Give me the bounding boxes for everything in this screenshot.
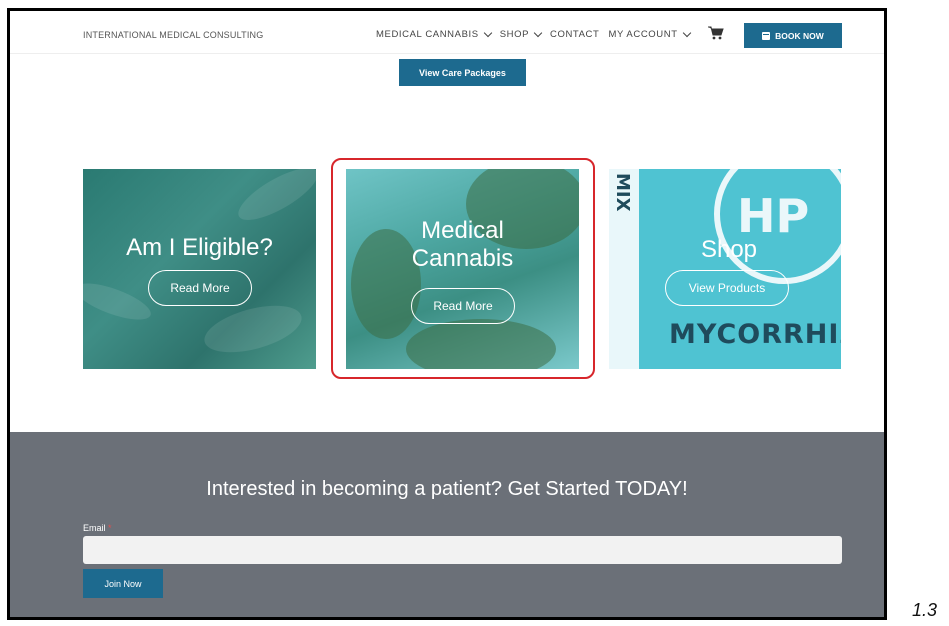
email-label: Email * <box>83 523 112 533</box>
card-title: Am I Eligible? <box>126 234 273 261</box>
hp-logo-text: HP <box>737 189 810 243</box>
leaf-decoration <box>83 276 155 327</box>
signup-section: Interested in becoming a patient? Get St… <box>10 432 884 617</box>
email-label-text: Email <box>83 523 106 533</box>
nav-label: MY ACCOUNT <box>608 29 678 40</box>
card-shop[interactable]: MIX HP MYCORRHIZ Shop View Products <box>609 169 841 369</box>
cart-icon[interactable] <box>708 26 724 40</box>
nav-medical-cannabis[interactable]: MEDICAL CANNABIS <box>376 28 492 40</box>
calendar-icon <box>762 31 771 40</box>
selection-highlight <box>331 158 595 379</box>
book-now-button[interactable]: BOOK NOW <box>744 23 842 48</box>
product-box-side: MIX <box>609 169 639 369</box>
email-field[interactable] <box>83 536 842 564</box>
view-products-button[interactable]: View Products <box>665 270 789 306</box>
nav-shop[interactable]: SHOP <box>499 28 543 40</box>
nav-label: CONTACT <box>550 29 600 40</box>
chevron-down-icon <box>483 28 492 38</box>
view-care-packages-button[interactable]: View Care Packages <box>399 59 526 86</box>
chevron-down-icon <box>533 28 543 38</box>
figure-label: 1.3 <box>912 600 938 620</box>
chevron-down-icon <box>682 28 691 38</box>
cta-heading: Interested in becoming a patient? Get St… <box>206 478 688 500</box>
main-nav: MEDICAL CANNABIS SHOP CONTACT MY ACCOUNT <box>376 28 699 40</box>
nav-my-account[interactable]: MY ACCOUNT <box>608 28 691 40</box>
nav-label: MEDICAL CANNABIS <box>376 29 479 40</box>
card-title: Shop <box>700 236 758 263</box>
nav-label: SHOP <box>499 29 530 40</box>
site-header: INTERNATIONAL MEDICAL CONSULTING MEDICAL… <box>10 11 884 54</box>
book-now-label: BOOK NOW <box>775 30 824 41</box>
product-side-text: MIX <box>612 173 633 212</box>
nav-contact[interactable]: CONTACT <box>550 29 599 40</box>
product-brand-text: MYCORRHIZ <box>669 319 841 350</box>
card-eligible[interactable]: Am I Eligible? Read More <box>83 169 316 369</box>
brand-name[interactable]: INTERNATIONAL MEDICAL CONSULTING <box>83 30 263 40</box>
leaf-decoration <box>199 296 307 362</box>
leaf-decoration <box>231 169 316 230</box>
browser-frame: INTERNATIONAL MEDICAL CONSULTING MEDICAL… <box>7 8 887 620</box>
required-mark: * <box>108 523 112 533</box>
read-more-button[interactable]: Read More <box>148 270 252 306</box>
join-now-button[interactable]: Join Now <box>83 569 163 598</box>
